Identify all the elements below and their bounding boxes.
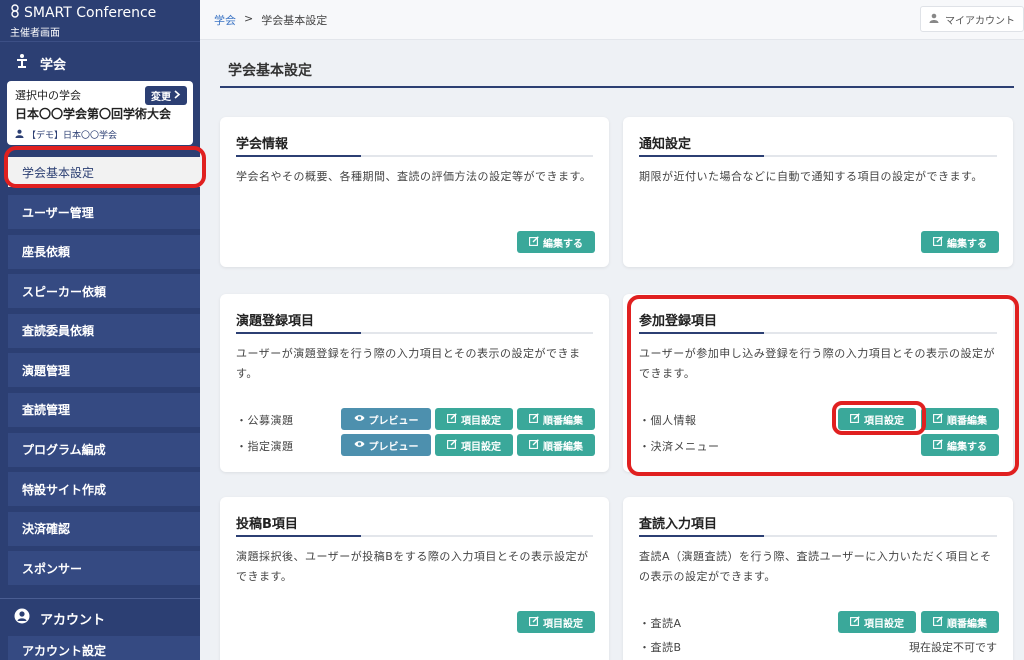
brand-title: SMART Conference xyxy=(24,5,157,21)
sidebar-item-review-management[interactable]: 査読管理 xyxy=(8,392,200,427)
edit-button[interactable]: 編集する xyxy=(921,231,999,253)
breadcrumb: 学会 > 学会基本設定 xyxy=(214,12,327,28)
sidebar-item-speaker-request[interactable]: スピーカー依頼 xyxy=(8,274,200,309)
sidebar-item-user-management[interactable]: ユーザー管理 xyxy=(8,195,200,229)
my-account-button[interactable]: マイアカウント xyxy=(920,6,1024,32)
breadcrumb-root[interactable]: 学会 xyxy=(214,12,236,28)
card-abstract-fields: 演題登録項目 ユーザーが演題登録を行う際の入力項目とその表示の設定ができます。 … xyxy=(220,294,609,472)
sidebar-item-sponsor[interactable]: スポンサー xyxy=(8,551,200,586)
card-participant-fields: 参加登録項目 ユーザーが参加申し込み登録を行う際の入力項目とその表示の設定ができ… xyxy=(623,294,1013,472)
sidebar-item-basic-settings[interactable]: 学会基本設定 xyxy=(8,157,200,187)
brand-subtitle: 主催者画面 xyxy=(10,28,60,39)
sidebar-item-program[interactable]: プログラム編成 xyxy=(8,432,200,467)
card-review-input: 査読入力項目 査読A（演題査読）を行う際、査読ユーザーに入力いただく項目とその表… xyxy=(623,497,1013,660)
row-label: ・査読A xyxy=(639,617,682,630)
card-title: 査読入力項目 xyxy=(639,517,718,532)
topbar: 学会 > 学会基本設定 マイアカウント xyxy=(200,0,1024,40)
page-title: 学会基本設定 xyxy=(220,52,1014,88)
row-label: ・決済メニュー xyxy=(639,440,720,453)
card-divider xyxy=(236,155,593,157)
sidebar: SMART Conference 主催者画面 学会 選択中の学会 日本〇〇学会第… xyxy=(0,0,200,660)
preview-button[interactable]: プレビュー xyxy=(341,434,431,456)
edit-icon xyxy=(933,412,943,426)
card-title: 通知設定 xyxy=(639,137,692,152)
edit-icon xyxy=(529,615,539,629)
row-label: ・個人情報 xyxy=(639,414,697,427)
card-divider xyxy=(639,332,997,334)
edit-icon xyxy=(529,438,539,452)
card-title: 参加登録項目 xyxy=(639,314,718,329)
chevron-right-icon xyxy=(174,89,181,102)
edit-icon xyxy=(529,235,539,249)
card-divider xyxy=(639,155,997,157)
field-settings-button[interactable]: 項目設定 xyxy=(517,611,595,633)
eye-icon xyxy=(353,439,365,452)
sidebar-item-payment[interactable]: 決済確認 xyxy=(8,511,200,546)
edit-icon xyxy=(850,615,860,629)
edit-icon xyxy=(850,412,860,426)
podium-icon xyxy=(14,53,30,73)
field-settings-button[interactable]: 項目設定 xyxy=(838,611,916,633)
card-divider xyxy=(236,535,593,537)
edit-icon xyxy=(447,412,457,426)
edit-icon xyxy=(529,412,539,426)
sidebar-item-account-settings[interactable]: アカウント設定 xyxy=(8,636,200,660)
card-submission-b: 投稿B項目 演題採択後、ユーザーが投稿Bをする際の入力項目とその表示設定ができま… xyxy=(220,497,609,660)
card-title: 投稿B項目 xyxy=(236,517,298,532)
field-settings-button[interactable]: 項目設定 xyxy=(435,434,513,456)
card-description: ユーザーが演題登録を行う際の入力項目とその表示の設定ができます。 xyxy=(236,347,581,380)
order-edit-button[interactable]: 順番編集 xyxy=(517,408,595,430)
eye-icon xyxy=(353,413,365,426)
edit-icon xyxy=(933,438,943,452)
card-title: 演題登録項目 xyxy=(236,314,315,329)
row-label: ・指定演題 xyxy=(236,440,294,453)
card-society-info: 学会情報 学会名やその概要、各種期間、査読の評価方法の設定等ができます。 編集す… xyxy=(220,117,609,267)
change-conference-button[interactable]: 変更 xyxy=(145,86,187,105)
card-description: 査読A（演題査読）を行う際、査読ユーザーに入力いただく項目とその表示の設定ができ… xyxy=(639,550,992,583)
preview-button[interactable]: プレビュー xyxy=(341,408,431,430)
card-description: 期限が近付いた場合などに自動で通知する項目の設定ができます。 xyxy=(639,170,983,183)
field-settings-button[interactable]: 項目設定 xyxy=(838,408,916,430)
order-edit-button[interactable]: 順番編集 xyxy=(517,434,595,456)
card-description: ユーザーが参加申し込み登録を行う際の入力項目とその表示の設定ができます。 xyxy=(639,347,995,380)
sidebar-item-abstract-management[interactable]: 演題管理 xyxy=(8,353,200,388)
edit-icon xyxy=(933,615,943,629)
card-description: 学会名やその概要、各種期間、査読の評価方法の設定等ができます。 xyxy=(236,170,592,183)
card-title: 学会情報 xyxy=(236,137,289,152)
user-icon xyxy=(929,13,939,26)
sidebar-item-chair-request[interactable]: 座長依頼 xyxy=(8,234,200,269)
card-description: 演題採択後、ユーザーが投稿Bをする際の入力項目とその表示設定ができます。 xyxy=(236,550,589,583)
card-notification: 通知設定 期限が近付いた場合などに自動で通知する項目の設定ができます。 編集する xyxy=(623,117,1013,267)
card-divider xyxy=(639,535,997,537)
edit-icon xyxy=(447,438,457,452)
sidebar-item-reviewer-request[interactable]: 査読委員依頼 xyxy=(8,313,200,348)
breadcrumb-separator: > xyxy=(244,12,254,25)
user-icon xyxy=(15,129,24,141)
account-circle-icon xyxy=(14,608,30,628)
selected-conference-card: 選択中の学会 日本〇〇学会第〇回学術大会 【デモ】日本〇〇学会 変更 xyxy=(7,81,193,145)
sidebar-nav: 学会基本設定 ユーザー管理 座長依頼 スピーカー依頼 査読委員依頼 演題管理 査… xyxy=(0,157,200,586)
status-text: 現在設定不可です xyxy=(909,641,997,654)
conference-org: 【デモ】日本〇〇学会 xyxy=(27,131,118,141)
row-label: ・公募演題 xyxy=(236,414,294,427)
brand: SMART Conference 主催者画面 xyxy=(0,0,200,42)
conference-name: 日本〇〇学会第〇回学術大会 xyxy=(15,107,172,121)
card-divider xyxy=(236,332,593,334)
edit-button[interactable]: 編集する xyxy=(517,231,595,253)
field-settings-button[interactable]: 項目設定 xyxy=(435,408,513,430)
order-edit-button[interactable]: 順番編集 xyxy=(921,611,999,633)
sidebar-item-special-site[interactable]: 特設サイト作成 xyxy=(8,472,200,507)
section-account: アカウント xyxy=(0,604,200,632)
edit-icon xyxy=(933,235,943,249)
order-edit-button[interactable]: 順番編集 xyxy=(921,408,999,430)
logo-icon xyxy=(10,4,20,22)
edit-button[interactable]: 編集する xyxy=(921,434,999,456)
breadcrumb-current: 学会基本設定 xyxy=(261,14,328,27)
row-label: ・査読B xyxy=(639,641,682,654)
section-society: 学会 xyxy=(0,45,200,81)
